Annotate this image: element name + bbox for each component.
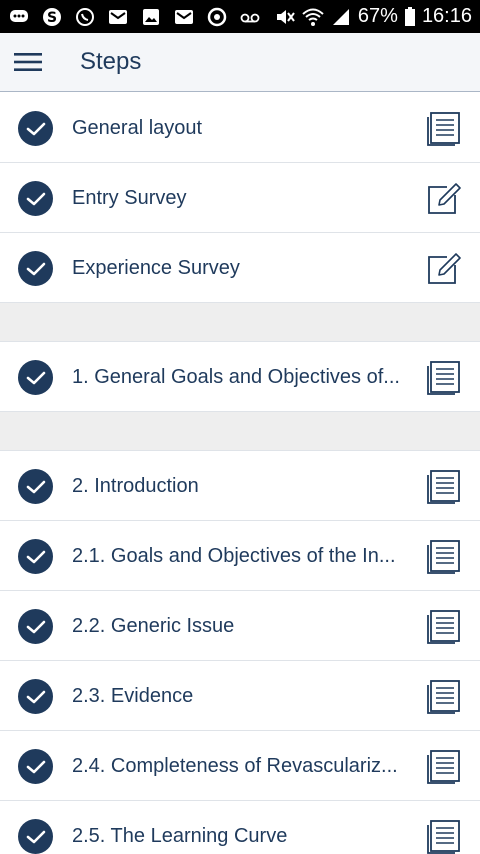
signal-icon: [330, 6, 352, 28]
check-circle-icon: [18, 111, 53, 146]
document-icon[interactable]: [425, 609, 461, 645]
step-row[interactable]: 2.1. Goals and Objectives of the In...: [0, 521, 480, 591]
section-separator: [0, 412, 480, 451]
step-row[interactable]: General layout: [0, 93, 480, 163]
step-label: General layout: [72, 117, 203, 139]
document-icon[interactable]: [425, 111, 461, 147]
step-row[interactable]: 2.4. Completeness of Revasculariz...: [0, 731, 480, 801]
battery-percent: 67%: [357, 5, 398, 27]
check-circle-icon: [18, 679, 53, 714]
step-label: Experience Survey: [72, 257, 240, 279]
step-row[interactable]: 2. Introduction: [0, 451, 480, 521]
hamburger-menu-icon[interactable]: [0, 33, 56, 92]
document-icon[interactable]: [425, 819, 461, 854]
check-circle-icon: [18, 251, 53, 286]
system-indicators: 67% 16:16: [274, 5, 472, 28]
step-label: 1. General Goals and Objectives of...: [72, 366, 400, 388]
step-label: 2. Introduction: [72, 475, 199, 497]
clock: 16:16: [421, 5, 472, 27]
gmail-icon: [173, 6, 195, 28]
section-separator: [0, 303, 480, 342]
document-icon[interactable]: [425, 749, 461, 785]
svg-text:S: S: [47, 10, 57, 26]
check-circle-icon: [18, 749, 53, 784]
document-icon[interactable]: [425, 539, 461, 575]
step-row[interactable]: Entry Survey: [0, 163, 480, 233]
wifi-icon: [302, 6, 324, 28]
step-row[interactable]: 2.3. Evidence: [0, 661, 480, 731]
step-label: Entry Survey: [72, 187, 187, 209]
step-row[interactable]: 2.5. The Learning Curve: [0, 801, 480, 854]
step-label: 2.1. Goals and Objectives of the In...: [72, 545, 396, 567]
image-icon: [140, 6, 162, 28]
step-label: 2.4. Completeness of Revasculariz...: [72, 755, 398, 777]
step-label: 2.2. Generic Issue: [72, 615, 235, 637]
document-icon[interactable]: [425, 679, 461, 715]
check-circle-icon: [18, 609, 53, 644]
skype-icon: S: [41, 6, 63, 28]
battery-icon: [404, 6, 416, 28]
steps-list: General layout Entry Survey Experience Sur…: [0, 93, 480, 854]
document-icon[interactable]: [425, 469, 461, 505]
document-icon[interactable]: [425, 360, 461, 396]
chat-icon: [8, 6, 30, 28]
check-circle-icon: [18, 539, 53, 574]
step-label: 2.5. The Learning Curve: [72, 825, 288, 847]
step-row[interactable]: Experience Survey: [0, 233, 480, 303]
step-label: 2.3. Evidence: [72, 685, 194, 707]
gmail-icon: [107, 6, 129, 28]
sync-icon: [206, 6, 228, 28]
step-row[interactable]: 1. General Goals and Objectives of...: [0, 342, 480, 412]
whatsapp-icon: [74, 6, 96, 28]
app-bar: Steps: [0, 33, 480, 92]
notification-icons: S: [8, 6, 261, 28]
edit-icon[interactable]: [425, 181, 461, 217]
check-circle-icon: [18, 360, 53, 395]
edit-icon[interactable]: [425, 251, 461, 287]
page-title: Steps: [80, 48, 142, 75]
check-circle-icon: [18, 181, 53, 216]
status-bar: S 67% 16:16: [0, 0, 480, 33]
step-row[interactable]: 2.2. Generic Issue: [0, 591, 480, 661]
check-circle-icon: [18, 819, 53, 854]
mute-icon: [274, 6, 296, 28]
check-circle-icon: [18, 469, 53, 504]
voicemail-icon: [239, 6, 261, 28]
